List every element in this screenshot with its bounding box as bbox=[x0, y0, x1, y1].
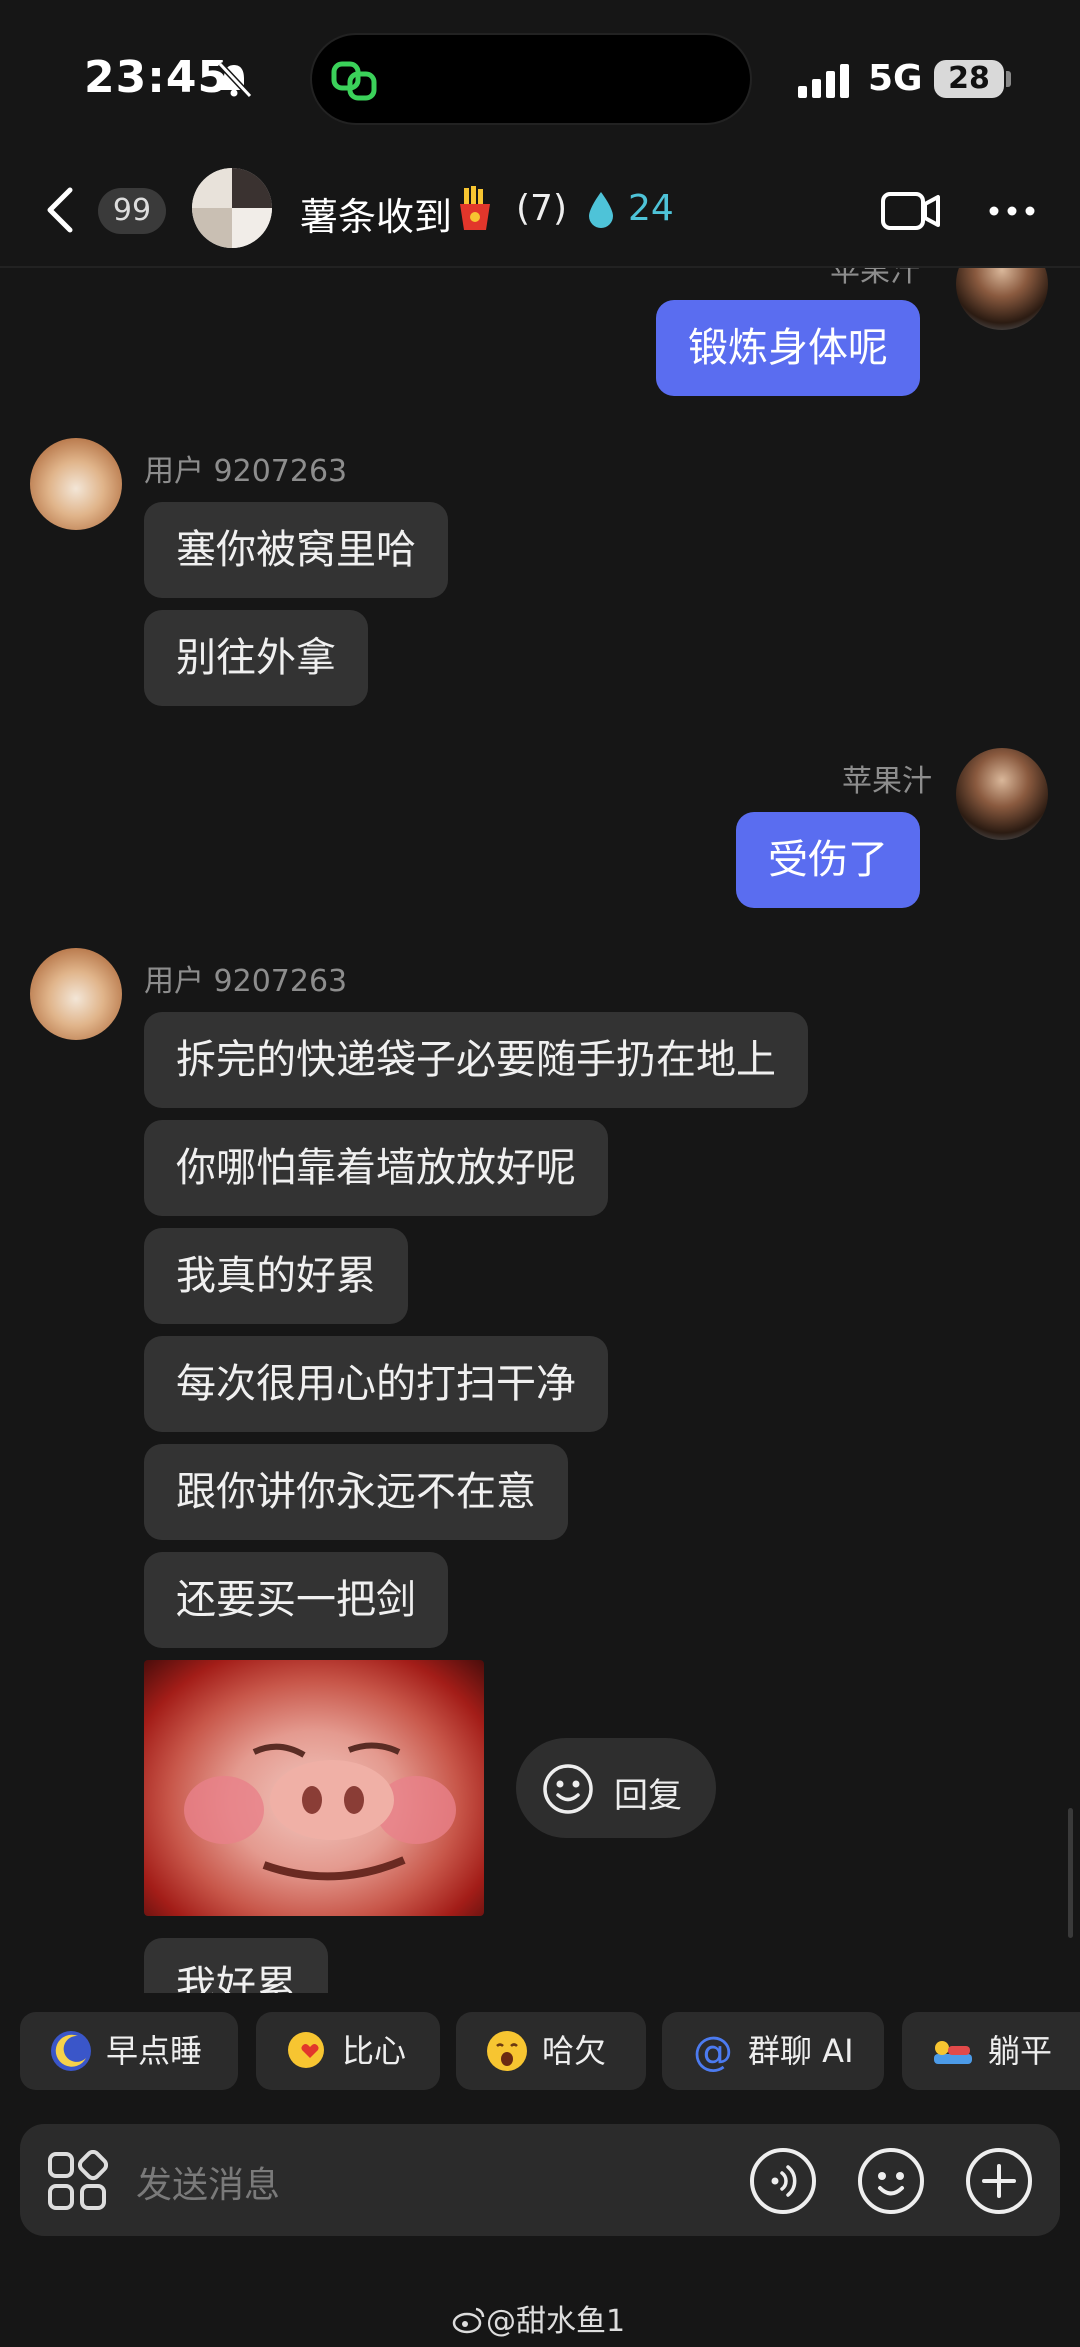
yawn-emoji-icon bbox=[487, 2031, 527, 2071]
battery-level: 28 bbox=[934, 60, 1004, 98]
sender-name: 用户 9207263 bbox=[144, 454, 348, 489]
add-more-button[interactable] bbox=[964, 2146, 1034, 2216]
sender-name: 用户 9207263 bbox=[144, 964, 348, 999]
message-bubble[interactable]: 别往外拿 bbox=[144, 610, 368, 706]
weibo-icon bbox=[452, 2305, 486, 2335]
svg-text:@: @ bbox=[693, 2029, 733, 2074]
fire-drop-icon bbox=[589, 192, 613, 228]
at-sign-icon: @ bbox=[693, 2029, 733, 2074]
more-options-button[interactable] bbox=[986, 196, 1038, 226]
chip-sleep[interactable]: 早点睡 bbox=[20, 2012, 238, 2090]
fries-emoji-icon bbox=[460, 186, 490, 230]
message-input[interactable]: 发送消息 bbox=[136, 2156, 280, 2208]
chip-label: 哈欠 bbox=[542, 2032, 607, 2070]
message-bubble[interactable]: 塞你被窝里哈 bbox=[144, 502, 448, 598]
smile-icon bbox=[543, 1764, 593, 1814]
message-bubble[interactable]: 我好累 bbox=[144, 1938, 328, 1993]
message-bubble[interactable]: 受伤了 bbox=[736, 812, 920, 908]
member-count: (7) bbox=[516, 188, 567, 229]
pig-sticker-image[interactable] bbox=[144, 1660, 484, 1916]
chip-label: 早点睡 bbox=[106, 2032, 203, 2070]
avatar[interactable] bbox=[956, 268, 1048, 330]
chip-group-ai[interactable]: @ 群聊 AI bbox=[662, 2012, 884, 2090]
reply-button[interactable]: 回复 bbox=[516, 1738, 716, 1838]
scroll-indicator[interactable] bbox=[1068, 1808, 1073, 1938]
avatar[interactable] bbox=[30, 948, 122, 1040]
avatar[interactable] bbox=[30, 438, 122, 530]
emoji-button[interactable] bbox=[856, 2146, 926, 2216]
message-bubble[interactable]: 每次很用心的打扫干净 bbox=[144, 1336, 608, 1432]
status-time: 23:45 bbox=[84, 52, 230, 103]
reply-label: 回复 bbox=[614, 1776, 682, 1816]
message-bubble[interactable]: 还要买一把剑 bbox=[144, 1552, 448, 1648]
chip-label: 群聊 AI bbox=[748, 2032, 854, 2070]
chip-lie-flat[interactable]: 躺平 bbox=[902, 2012, 1080, 2090]
chip-heart[interactable]: 比心 bbox=[256, 2012, 440, 2090]
fire-streak-count: 24 bbox=[628, 188, 674, 229]
sender-name: 苹果汁 bbox=[842, 764, 932, 799]
watermark-text: @甜水鱼1 bbox=[452, 2296, 625, 2340]
chip-label: 躺平 bbox=[988, 2032, 1053, 2070]
unread-badge[interactable]: 99 bbox=[98, 188, 166, 234]
message-bubble[interactable]: 你哪怕靠着墙放放好呢 bbox=[144, 1120, 608, 1216]
chip-yawn[interactable]: 哈欠 bbox=[456, 2012, 646, 2090]
watermark-label: @甜水鱼1 bbox=[486, 2304, 626, 2339]
network-type: 5G bbox=[868, 58, 923, 99]
app-link-icon bbox=[331, 61, 377, 101]
quick-reply-chips: 早点睡 比心 哈欠 @ 群聊 AI 躺平 bbox=[0, 2012, 1080, 2098]
message-bubble[interactable]: 锻炼身体呢 bbox=[656, 300, 920, 396]
mute-bell-icon bbox=[217, 61, 253, 99]
back-button[interactable] bbox=[36, 180, 84, 240]
message-bubble[interactable]: 跟你讲你永远不在意 bbox=[144, 1444, 568, 1540]
video-call-button[interactable] bbox=[880, 188, 942, 234]
voice-input-button[interactable] bbox=[748, 2146, 818, 2216]
chat-messages[interactable]: 苹果汁 锻炼身体呢 用户 9207263 塞你被窝里哈 别往外拿 苹果汁 受伤了… bbox=[0, 268, 1080, 1993]
group-avatar[interactable] bbox=[192, 168, 272, 248]
apps-grid-icon[interactable] bbox=[46, 2150, 108, 2212]
sender-name: 苹果汁 bbox=[830, 268, 920, 289]
group-name[interactable]: 薯条收到 bbox=[300, 186, 452, 241]
message-bubble[interactable]: 拆完的快递袋子必要随手扔在地上 bbox=[144, 1012, 808, 1108]
chip-label: 比心 bbox=[342, 2032, 407, 2070]
moon-emoji-icon bbox=[51, 2031, 91, 2071]
battery-tip bbox=[1006, 71, 1011, 87]
lying-person-emoji-icon bbox=[934, 2041, 972, 2064]
message-bubble[interactable]: 我真的好累 bbox=[144, 1228, 408, 1324]
signal-icon bbox=[798, 64, 849, 98]
heart-hands-emoji-icon bbox=[288, 2032, 324, 2068]
avatar[interactable] bbox=[956, 748, 1048, 840]
